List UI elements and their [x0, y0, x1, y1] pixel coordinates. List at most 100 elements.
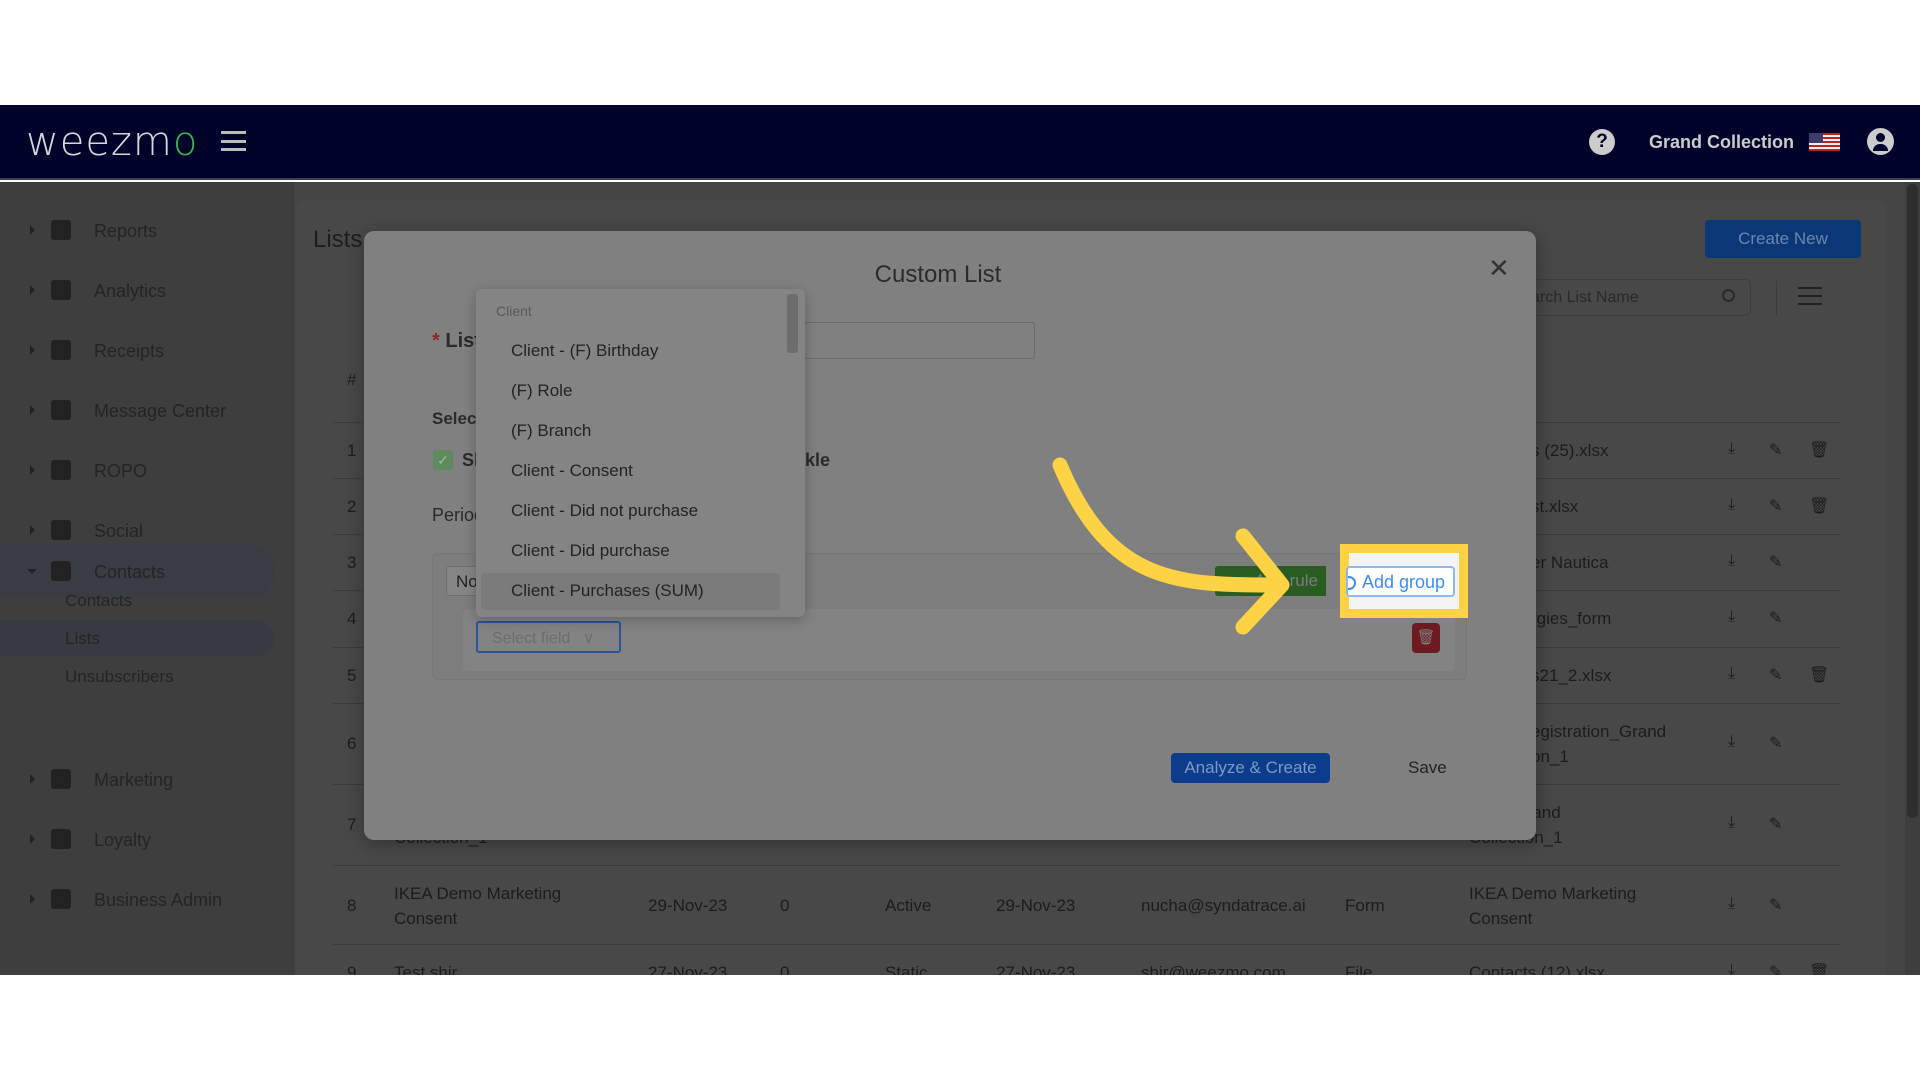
sidebar-item-loyalty[interactable]: Loyalty: [0, 818, 274, 862]
edit-pencil-icon[interactable]: ✎: [1769, 496, 1785, 515]
sidebar-item-business-admin[interactable]: Business Admin: [0, 878, 274, 922]
download-icon[interactable]: ⤓: [1728, 733, 1744, 751]
top-navbar: weezmo ? Grand Collection: [0, 105, 1920, 180]
sidebar-item-label: Reports: [94, 221, 158, 241]
row-number: 1: [347, 441, 357, 460]
user-avatar-icon[interactable]: [1867, 128, 1894, 155]
edit-pencil-icon[interactable]: ✎: [1769, 608, 1785, 627]
trash-icon[interactable]: 🗑: [1809, 665, 1829, 684]
trash-icon[interactable]: 🗑: [1809, 440, 1829, 459]
dropdown-option[interactable]: Client - Did purchase: [481, 533, 780, 570]
row-number: 9: [347, 963, 357, 975]
scrollbar-thumb[interactable]: [1907, 184, 1918, 818]
edit-pencil-icon[interactable]: ✎: [1769, 733, 1785, 752]
party-popper-icon: [51, 769, 71, 789]
divider: [1776, 281, 1777, 315]
chat-icon: [51, 400, 71, 420]
cell-source: st.xlsx: [1531, 497, 1579, 516]
download-icon[interactable]: ⤓: [1728, 895, 1744, 913]
sidebar-item-label: Loyalty: [94, 830, 152, 850]
sidebar-item-message-center[interactable]: Message Center: [0, 389, 274, 433]
cell-type: File: [1345, 963, 1373, 975]
download-icon[interactable]: ⤓: [1728, 962, 1744, 975]
filter-sliders-icon[interactable]: [1798, 284, 1822, 308]
download-icon[interactable]: ⤓: [1728, 440, 1744, 458]
sidebar-item-receipts[interactable]: Receipts: [0, 329, 274, 373]
cell-count: 0: [780, 896, 790, 915]
row-number: 3: [347, 553, 357, 572]
org-name[interactable]: Grand Collection: [1649, 132, 1794, 153]
dropdown-option[interactable]: Client - Consent: [481, 453, 780, 490]
search-icon[interactable]: [1722, 289, 1735, 302]
edit-pencil-icon[interactable]: ✎: [1769, 814, 1785, 833]
sidebar-item-label: Analytics: [94, 281, 167, 301]
sidebar-item-label: ROPO: [94, 461, 148, 481]
list-name[interactable]: IKEA Demo Marketing: [394, 881, 561, 906]
dropdown-option[interactable]: (F) Branch: [481, 413, 780, 450]
caret-right-icon: [30, 225, 35, 235]
download-icon[interactable]: ⤓: [1728, 552, 1744, 570]
delete-rule-button[interactable]: 🗑: [1412, 623, 1440, 653]
sidebar-subitem-unsubscribers[interactable]: Unsubscribers: [0, 658, 274, 694]
dropdown-option[interactable]: Client - Purchases (SUM): [481, 573, 780, 610]
caret-right-icon: [30, 894, 35, 904]
cell-source-line2: on_1: [1531, 747, 1569, 766]
infinity-icon: [51, 460, 71, 480]
modal-title: Custom List: [874, 261, 1002, 288]
trash-icon[interactable]: 🗑: [1809, 496, 1829, 515]
sidebar-item-ropo[interactable]: ROPO: [0, 449, 274, 493]
create-new-button[interactable]: Create New: [1705, 220, 1861, 258]
row-number: 2: [347, 497, 357, 516]
download-icon[interactable]: ⤓: [1728, 665, 1744, 683]
sidebar-item-label: Contacts: [94, 562, 166, 582]
sidebar-subitem-contacts[interactable]: Contacts: [0, 582, 274, 618]
column-header-number: #: [347, 370, 357, 389]
analyze-create-button[interactable]: Analyze & Create: [1171, 753, 1330, 783]
add-rule-button[interactable]: Add rule: [1215, 566, 1326, 596]
cell-owner: shir@weezmo.com: [1141, 963, 1286, 975]
sidebar-item-analytics[interactable]: Analytics: [0, 269, 274, 313]
trash-icon[interactable]: 🗑: [1809, 962, 1829, 975]
checkbox-checked[interactable]: ✓: [433, 450, 453, 470]
cell-type: Form: [1345, 896, 1385, 915]
weezmo-logo[interactable]: weezmo: [26, 119, 198, 165]
cell-updated: 27-Nov-23: [996, 963, 1076, 975]
close-icon[interactable]: ✕: [1488, 253, 1510, 284]
tag-heart-icon: [51, 829, 71, 849]
sidebar-item-reports[interactable]: Reports: [0, 209, 274, 253]
hamburger-menu-icon[interactable]: [221, 131, 246, 151]
edit-pencil-icon[interactable]: ✎: [1769, 440, 1785, 459]
add-group-button[interactable]: Add group: [1346, 566, 1455, 597]
sidebar-item-marketing[interactable]: Marketing: [0, 758, 274, 802]
download-icon[interactable]: ⤓: [1728, 608, 1744, 626]
cell-created: 29-Nov-23: [648, 896, 728, 915]
cell-source: IKEA Demo Marketing: [1469, 884, 1637, 903]
edit-pencil-icon[interactable]: ✎: [1769, 895, 1785, 914]
caret-right-icon: [30, 405, 35, 415]
caret-right-icon: [30, 774, 35, 784]
list-name-input[interactable]: [804, 322, 1035, 359]
us-flag-icon[interactable]: [1809, 133, 1840, 151]
page-title: Lists: [313, 226, 363, 253]
dropdown-option[interactable]: (F) Role: [481, 373, 780, 410]
edit-pencil-icon[interactable]: ✎: [1769, 552, 1785, 571]
sidebar-subitem-lists[interactable]: Lists: [0, 620, 274, 656]
row-number: 4: [347, 609, 357, 628]
dropdown-option[interactable]: Client - Did not purchase: [481, 493, 780, 530]
edit-pencil-icon[interactable]: ✎: [1769, 962, 1785, 975]
list-name-line2[interactable]: Consent: [394, 906, 457, 931]
edit-pencil-icon[interactable]: ✎: [1769, 665, 1785, 684]
cell-source: rgies_form: [1531, 609, 1612, 628]
dropdown-scrollbar[interactable]: [787, 294, 798, 353]
field-dropdown-menu: Client Client - (F) Birthday (F) Role (F) …: [476, 289, 805, 617]
download-icon[interactable]: ⤓: [1728, 814, 1744, 832]
help-circle-icon[interactable]: ?: [1589, 129, 1615, 155]
list-name[interactable]: Test shir: [394, 960, 457, 975]
dropdown-option[interactable]: Client - (F) Birthday: [481, 333, 780, 370]
select-field-dropdown[interactable]: Select field ∨: [476, 621, 621, 653]
download-icon[interactable]: ⤓: [1728, 496, 1744, 514]
table-row-divider: [333, 865, 1840, 866]
save-button[interactable]: Save: [1408, 758, 1447, 778]
list-name-label: * List: [432, 330, 481, 352]
sidebar-item-label: Social: [94, 521, 144, 541]
